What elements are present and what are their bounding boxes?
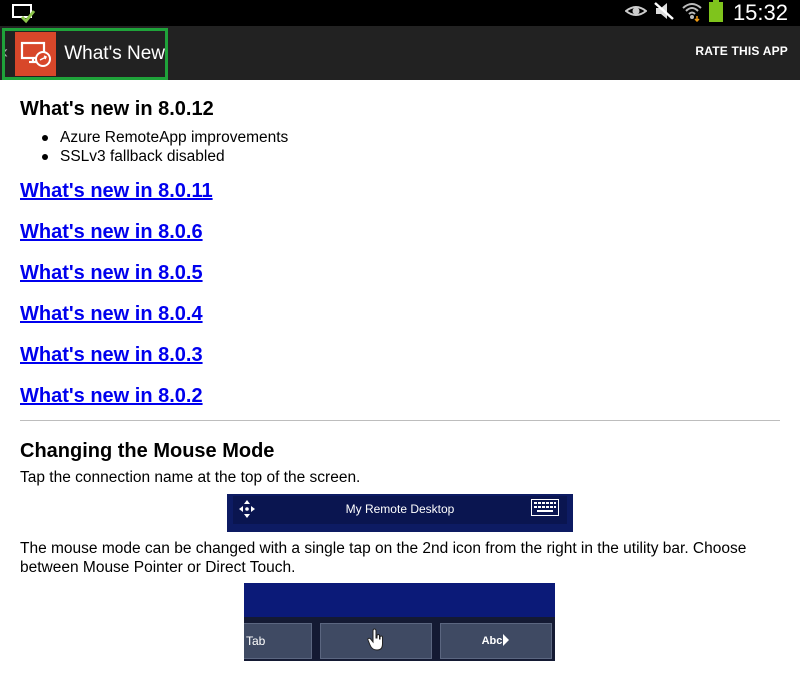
hand-pointer-icon [366, 627, 386, 655]
mouse-mode-instruction-1: Tap the connection name at the top of th… [20, 469, 361, 486]
home-up-button[interactable]: What's New [2, 28, 168, 80]
battery-icon [708, 0, 723, 27]
mouse-mode-key [320, 623, 432, 659]
current-version-heading: What's new in 8.0.12 [20, 98, 214, 120]
play-arrow-icon [502, 633, 510, 650]
list-item: Azure RemoteApp improvements [40, 128, 288, 147]
abc-key: Abc [440, 623, 552, 659]
link-8-0-11[interactable]: What's new in 8.0.11 [20, 180, 213, 221]
clock: 15:32 [732, 0, 788, 25]
link-8-0-6[interactable]: What's new in 8.0.6 [20, 221, 213, 262]
abc-key-label: Abc [481, 635, 503, 647]
list-item: SSLv3 fallback disabled [40, 147, 288, 166]
keyboard-icon [531, 499, 559, 516]
link-8-0-3[interactable]: What's new in 8.0.3 [20, 344, 213, 385]
wifi-icon [681, 0, 703, 27]
cast-notification-icon [12, 2, 36, 24]
mouse-mode-instruction-2: The mouse mode can be changed with a sin… [20, 540, 747, 576]
rate-this-app-button[interactable]: RATE THIS APP [695, 44, 788, 58]
action-bar: ‹ What's New RATE THIS APP [0, 26, 800, 80]
version-links: What's new in 8.0.11 What's new in 8.0.6… [20, 180, 213, 426]
page-title: What's New [64, 43, 165, 64]
link-8-0-4[interactable]: What's new in 8.0.4 [20, 303, 213, 344]
remote-desktop-icon [15, 32, 57, 76]
utility-bar-image: Tab Abc [244, 583, 555, 661]
link-8-0-5[interactable]: What's new in 8.0.5 [20, 262, 213, 303]
divider [20, 420, 780, 421]
eye-icon [624, 3, 648, 24]
tab-key: Tab [244, 623, 312, 659]
current-version-list: Azure RemoteApp improvements SSLv3 fallb… [40, 128, 288, 166]
connection-name: My Remote Desktop [345, 502, 455, 516]
connection-bar-image: My Remote Desktop [227, 494, 573, 532]
mouse-mode-heading: Changing the Mouse Mode [20, 440, 275, 462]
status-bar: 15:32 [0, 0, 800, 26]
mute-icon [653, 1, 675, 26]
